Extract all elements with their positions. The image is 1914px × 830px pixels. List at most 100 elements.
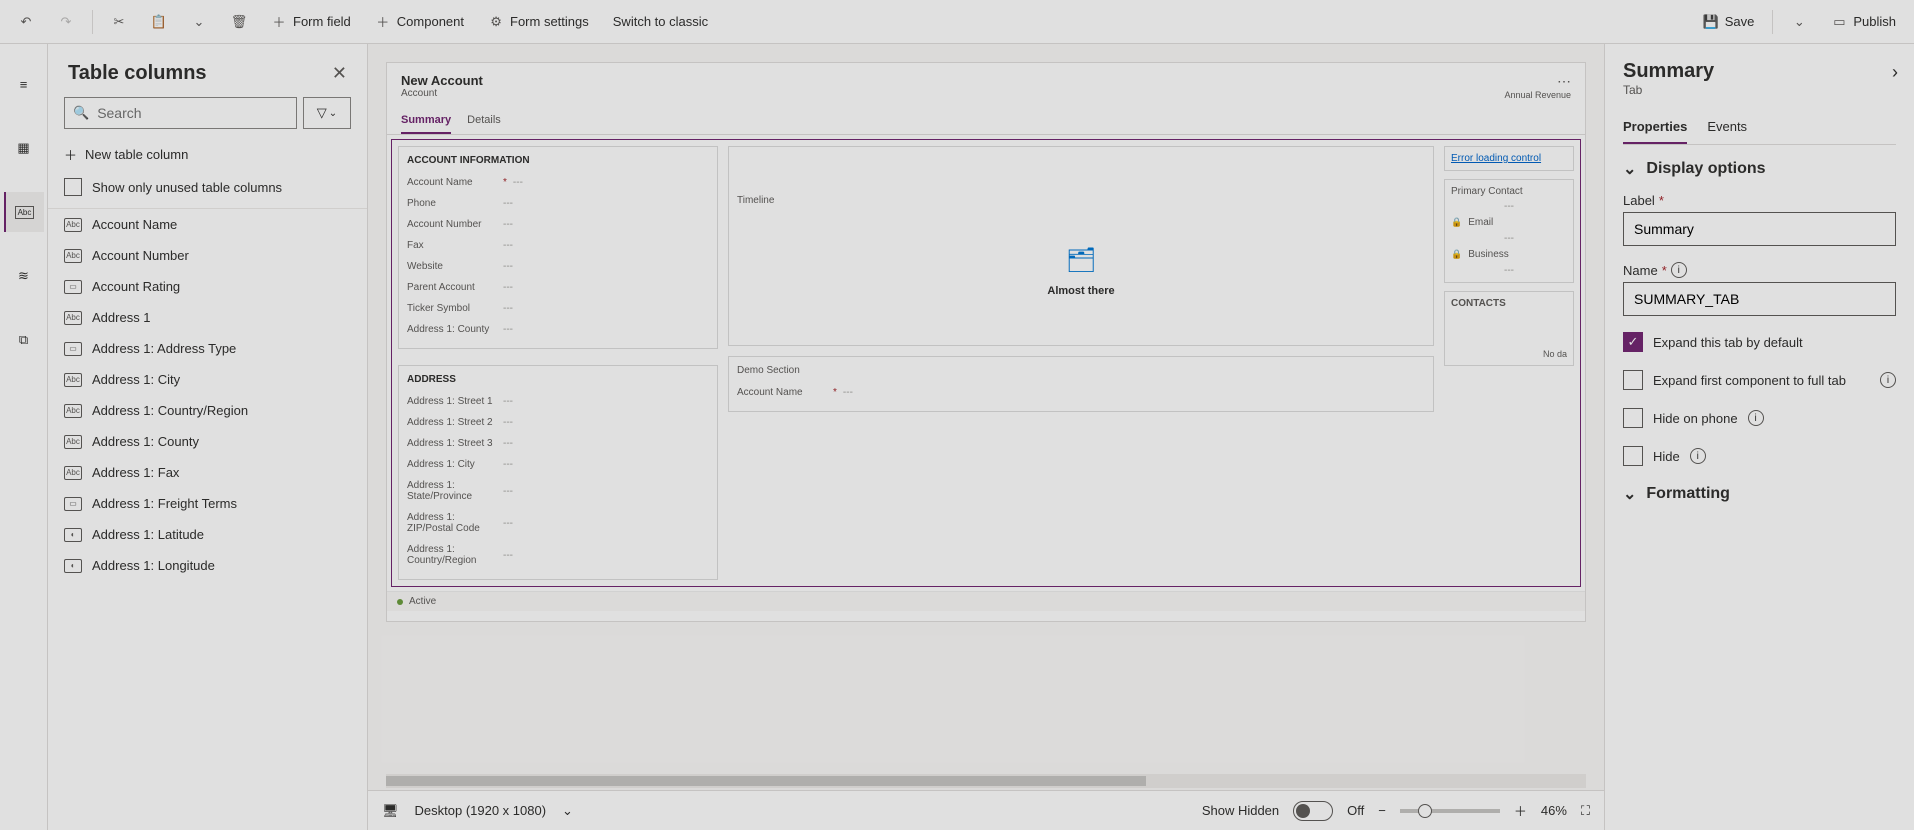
type-icon: ◐	[64, 559, 82, 573]
column-item[interactable]: ▭Address 1: Freight Terms	[48, 488, 367, 519]
hide-phone-row[interactable]: Hide on phone i	[1623, 408, 1896, 428]
column-item[interactable]: AbcAddress 1: County	[48, 426, 367, 457]
chevron-down-icon: ⌄	[1623, 159, 1636, 179]
form-preview[interactable]: New Account Account ⋯ Annual Revenue Sum…	[386, 62, 1586, 622]
tab-details[interactable]: Details	[467, 108, 501, 134]
hide-checkbox[interactable]	[1623, 446, 1643, 466]
canvas-area: New Account Account ⋯ Annual Revenue Sum…	[368, 44, 1604, 830]
info-icon[interactable]: i	[1671, 262, 1687, 278]
hide-row[interactable]: Hide i	[1623, 446, 1896, 466]
section-address[interactable]: ADDRESS Address 1: Street 1---Address 1:…	[398, 365, 718, 580]
save-dropdown[interactable]: ⌄	[1781, 8, 1817, 36]
column-item[interactable]: AbcAddress 1: Fax	[48, 457, 367, 488]
top-toolbar: ↶ ↷ ✂ 📋 ⌄ 🗑 ＋Form field ＋Component ⚙Form…	[0, 0, 1914, 44]
type-icon: Abc	[64, 311, 82, 325]
left-rail: ≡ ▦ Abc ≋ ⧉	[0, 44, 48, 830]
cut-button[interactable]: ✂	[101, 8, 137, 36]
zoom-out-button[interactable]: −	[1378, 803, 1386, 818]
form-tabs: Summary Details	[387, 104, 1585, 135]
redo-button[interactable]: ↷	[48, 8, 84, 36]
hide-phone-checkbox[interactable]	[1623, 408, 1643, 428]
section-demo[interactable]: Demo Section Account Name * ---	[728, 356, 1434, 412]
type-icon: ▭	[64, 342, 82, 356]
close-icon[interactable]: ✕	[332, 63, 347, 84]
info-icon[interactable]: i	[1748, 410, 1764, 426]
type-icon: Abc	[64, 435, 82, 449]
props-title: Summary	[1623, 60, 1896, 83]
form-field-button[interactable]: ＋Form field	[261, 8, 361, 36]
expand-default-row[interactable]: ✓ Expand this tab by default	[1623, 332, 1896, 352]
search-icon: 🔍	[73, 105, 89, 121]
switch-classic-button[interactable]: Switch to classic	[603, 8, 718, 35]
columns-rail-icon[interactable]: Abc	[4, 192, 44, 232]
collapse-panel-icon[interactable]: ›	[1892, 62, 1898, 83]
tab-summary[interactable]: Summary	[401, 108, 451, 134]
label-input[interactable]	[1623, 212, 1896, 246]
column-item[interactable]: ◐Address 1: Latitude	[48, 519, 367, 550]
filter-button[interactable]: ▽⌄	[303, 97, 351, 129]
hamburger-icon[interactable]: ≡	[4, 64, 44, 104]
paste-dropdown[interactable]: ⌄	[181, 8, 217, 36]
name-input[interactable]	[1623, 282, 1896, 316]
form-settings-label: Form settings	[510, 14, 589, 29]
type-icon: Abc	[64, 373, 82, 387]
form-subtitle: Account	[401, 88, 483, 99]
components-rail-icon[interactable]: ▦	[4, 128, 44, 168]
section-account-info[interactable]: ACCOUNT INFORMATION Account Name*---Phon…	[398, 146, 718, 349]
section-timeline[interactable]: Timeline 🗂 Almost there	[728, 146, 1434, 346]
paste-button[interactable]: 📋	[141, 8, 177, 36]
tree-rail-icon[interactable]: ⧉	[4, 320, 44, 360]
new-table-column-button[interactable]: ＋ New table column	[48, 139, 367, 172]
save-button[interactable]: 💾Save	[1693, 8, 1765, 36]
error-card[interactable]: Error loading control	[1444, 146, 1574, 171]
section-formatting[interactable]: ⌄ Formatting	[1623, 484, 1896, 504]
tab-content-selected[interactable]: ACCOUNT INFORMATION Account Name*---Phon…	[391, 139, 1581, 587]
primary-contact-card[interactable]: Primary Contact --- 🔒Email --- 🔒Business…	[1444, 179, 1574, 283]
form-settings-button[interactable]: ⚙Form settings	[478, 8, 599, 36]
search-input-wrap[interactable]: 🔍	[64, 97, 297, 129]
search-input[interactable]	[97, 105, 288, 121]
lock-icon: 🔒	[1451, 217, 1462, 228]
info-icon[interactable]: i	[1690, 448, 1706, 464]
info-icon[interactable]: i	[1880, 372, 1896, 388]
device-label[interactable]: Desktop (1920 x 1080)	[415, 803, 547, 818]
show-unused-row[interactable]: Show only unused table columns	[48, 172, 367, 208]
chevron-down-icon[interactable]: ⌄	[562, 803, 573, 819]
column-item[interactable]: AbcAddress 1: Country/Region	[48, 395, 367, 426]
column-item[interactable]: AbcAccount Name	[48, 209, 367, 240]
column-item[interactable]: ◐Address 1: Longitude	[48, 550, 367, 581]
component-button[interactable]: ＋Component	[365, 8, 474, 36]
folder-icon: 🗂	[1066, 246, 1096, 275]
contacts-card[interactable]: CONTACTS No da	[1444, 291, 1574, 366]
expand-default-checkbox[interactable]: ✓	[1623, 332, 1643, 352]
expand-first-checkbox[interactable]	[1623, 370, 1643, 390]
column-item[interactable]: ▭Account Rating	[48, 271, 367, 302]
zoom-slider[interactable]	[1400, 809, 1500, 813]
zoom-in-button[interactable]: ＋	[1514, 801, 1527, 820]
panel-title: Table columns	[68, 62, 207, 85]
fit-icon[interactable]: ⛶	[1581, 803, 1590, 819]
plus-icon: ＋	[64, 145, 77, 164]
section-display-options[interactable]: ⌄ Display options	[1623, 159, 1896, 179]
column-item[interactable]: ▭Address 1: Address Type	[48, 333, 367, 364]
publish-button[interactable]: ▭Publish	[1821, 8, 1906, 36]
show-unused-checkbox[interactable]	[64, 178, 82, 196]
column-item[interactable]: AbcAddress 1: City	[48, 364, 367, 395]
chevron-down-icon: ⌄	[1623, 484, 1636, 504]
show-hidden-toggle[interactable]	[1293, 801, 1333, 821]
table-columns-panel: Table columns ✕ 🔍 ▽⌄ ＋ New table column …	[48, 44, 368, 830]
horizontal-scrollbar[interactable]	[386, 774, 1586, 788]
column-item[interactable]: AbcAccount Number	[48, 240, 367, 271]
properties-panel: › Summary Tab Properties Events ⌄ Displa…	[1604, 44, 1914, 830]
layers-rail-icon[interactable]: ≋	[4, 256, 44, 296]
expand-first-row[interactable]: Expand first component to full tab i	[1623, 370, 1896, 390]
toggle-off-label: Off	[1347, 803, 1364, 818]
tab-properties[interactable]: Properties	[1623, 111, 1687, 144]
delete-button[interactable]: 🗑	[221, 8, 257, 36]
type-icon: ▭	[64, 280, 82, 294]
lock-icon: 🔒	[1451, 249, 1462, 260]
column-list[interactable]: AbcAccount NameAbcAccount Number▭Account…	[48, 208, 367, 830]
tab-events[interactable]: Events	[1707, 111, 1747, 144]
undo-button[interactable]: ↶	[8, 8, 44, 36]
column-item[interactable]: AbcAddress 1	[48, 302, 367, 333]
